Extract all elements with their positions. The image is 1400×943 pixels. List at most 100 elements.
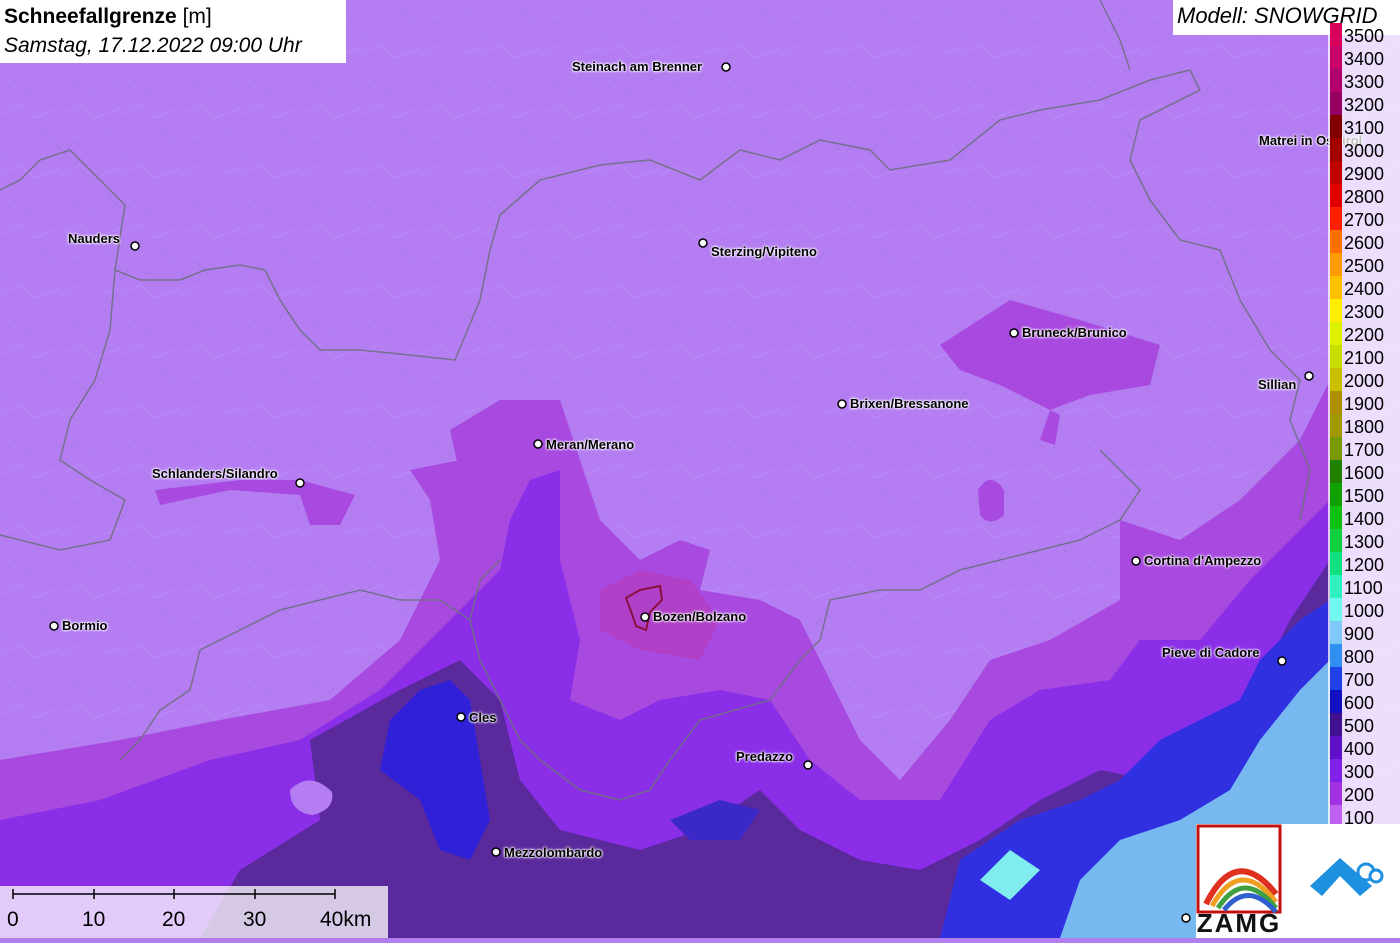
legend-swatch <box>1330 391 1342 414</box>
legend-label: 3300 <box>1344 72 1385 92</box>
legend-row: 700 <box>1328 667 1400 690</box>
legend-swatch <box>1330 322 1342 345</box>
legend-label: 3200 <box>1344 95 1385 115</box>
city-dot-cortina[interactable] <box>1131 556 1141 566</box>
legend-label: 2600 <box>1344 233 1385 253</box>
mountain-logo[interactable] <box>1282 824 1400 938</box>
legend-label: 2400 <box>1344 279 1385 299</box>
city-label-mezzolombardo: Mezzolombardo <box>504 845 603 860</box>
legend-row: 1200 <box>1328 552 1400 575</box>
legend-row: 1800 <box>1328 414 1400 437</box>
legend-row: 2800 <box>1328 184 1400 207</box>
legend-swatch <box>1330 529 1342 552</box>
map-title-box: Schneefallgrenze [m] Samstag, 17.12.2022… <box>0 0 346 63</box>
legend-label: 1700 <box>1344 440 1385 460</box>
legend-label: 300 <box>1344 762 1375 782</box>
legend-row: 3000 <box>1328 138 1400 161</box>
city-label-steinach: Steinach am Brenner <box>572 59 703 74</box>
legend-swatch <box>1330 276 1342 299</box>
scale-tick-30: 30 <box>243 908 267 931</box>
legend-swatch <box>1330 736 1342 759</box>
legend-label: 200 <box>1344 785 1375 805</box>
legend-row: 3100 <box>1328 115 1400 138</box>
map-datetime: Samstag, 17.12.2022 09:00 Uhr <box>4 34 302 57</box>
legend-row: 3300 <box>1328 69 1400 92</box>
legend-swatch <box>1330 161 1342 184</box>
map-title-unit: [m] <box>182 5 212 28</box>
legend-label: 2000 <box>1344 371 1385 391</box>
legend-label: 3400 <box>1344 49 1385 69</box>
legend-label: 3500 <box>1344 26 1385 46</box>
city-dot-steinach[interactable] <box>721 62 731 72</box>
city-label-bruneck: Bruneck/Brunico <box>1022 325 1127 340</box>
city-dot-pieve[interactable] <box>1277 656 1287 666</box>
legend-label: 600 <box>1344 693 1375 713</box>
legend-label: 1100 <box>1344 578 1383 598</box>
legend-row: 2400 <box>1328 276 1400 299</box>
legend-label: 2100 <box>1344 348 1385 368</box>
city-label-meran: Meran/Merano <box>546 437 635 452</box>
legend-label: 1800 <box>1344 417 1385 437</box>
legend-swatch <box>1330 299 1342 322</box>
legend-swatch <box>1330 713 1342 736</box>
map-title-main: Schneefallgrenze <box>4 5 177 28</box>
legend-swatch <box>1330 598 1342 621</box>
legend-label: 2900 <box>1344 164 1385 184</box>
legend-swatch <box>1330 506 1342 529</box>
legend-row: 1300 <box>1328 529 1400 552</box>
city-dot-sillian[interactable] <box>1304 371 1314 381</box>
legend-label: 1900 <box>1344 394 1385 414</box>
legend-row: 900 <box>1328 621 1400 644</box>
city-dot-schlanders[interactable] <box>295 478 305 488</box>
mountain-cloud-icon <box>1310 858 1384 896</box>
city-label-bormio: Bormio <box>62 618 108 633</box>
city-label-sillian: Sillian <box>1258 377 1297 392</box>
city-dot-predazzo[interactable] <box>803 760 813 770</box>
city-dot-bruneck[interactable] <box>1009 328 1019 338</box>
city-dot-brixen[interactable] <box>837 399 847 409</box>
city-label-schlanders: Schlanders/Silandro <box>152 466 278 481</box>
legend-swatch <box>1330 207 1342 230</box>
legend-row: 2300 <box>1328 299 1400 322</box>
zamg-rainbow-icon <box>1196 824 1282 914</box>
legend-label: 1500 <box>1344 486 1385 506</box>
legend-swatch <box>1330 138 1342 161</box>
legend-label: 500 <box>1344 716 1375 736</box>
legend-row: 1600 <box>1328 460 1400 483</box>
legend-row: 1900 <box>1328 391 1400 414</box>
legend-label: 3100 <box>1344 118 1385 138</box>
legend-swatch <box>1330 230 1342 253</box>
legend-swatch <box>1330 253 1342 276</box>
legend-label: 900 <box>1344 624 1375 644</box>
city-dot-cles[interactable] <box>456 712 466 722</box>
city-label-bozen: Bozen/Bolzano <box>653 609 747 624</box>
legend-row: 1700 <box>1328 437 1400 460</box>
legend-row: 1000 <box>1328 598 1400 621</box>
city-dot-meran[interactable] <box>533 439 543 449</box>
scale-tick-40km: 40km <box>320 908 372 931</box>
map-title: Schneefallgrenze [m] <box>4 3 342 31</box>
scale-bar: 0 10 20 30 40km <box>0 886 388 938</box>
legend-label: 2200 <box>1344 325 1385 345</box>
legend-swatch <box>1330 759 1342 782</box>
city-dot-bozen[interactable] <box>640 612 650 622</box>
city-dot-bottom-right[interactable] <box>1181 913 1191 923</box>
city-dot-sterzing[interactable] <box>698 238 708 248</box>
legend-row: 3200 <box>1328 92 1400 115</box>
legend-swatch <box>1330 368 1342 391</box>
legend-row: 400 <box>1328 736 1400 759</box>
legend-row: 2600 <box>1328 230 1400 253</box>
legend-label: 1200 <box>1344 555 1385 575</box>
legend-label: 1600 <box>1344 463 1385 483</box>
city-dot-bormio[interactable] <box>49 621 59 631</box>
scale-tick-10: 10 <box>82 908 106 931</box>
legend-row: 2700 <box>1328 207 1400 230</box>
legend-row: 2200 <box>1328 322 1400 345</box>
city-dot-nauders[interactable] <box>130 241 140 251</box>
legend-swatch <box>1330 414 1342 437</box>
city-dot-mezzolombardo[interactable] <box>491 847 501 857</box>
legend-label: 700 <box>1344 670 1375 690</box>
legend-swatch <box>1330 23 1342 46</box>
scale-tick-0: 0 <box>7 908 19 931</box>
city-label-brixen: Brixen/Bressanone <box>850 396 969 411</box>
